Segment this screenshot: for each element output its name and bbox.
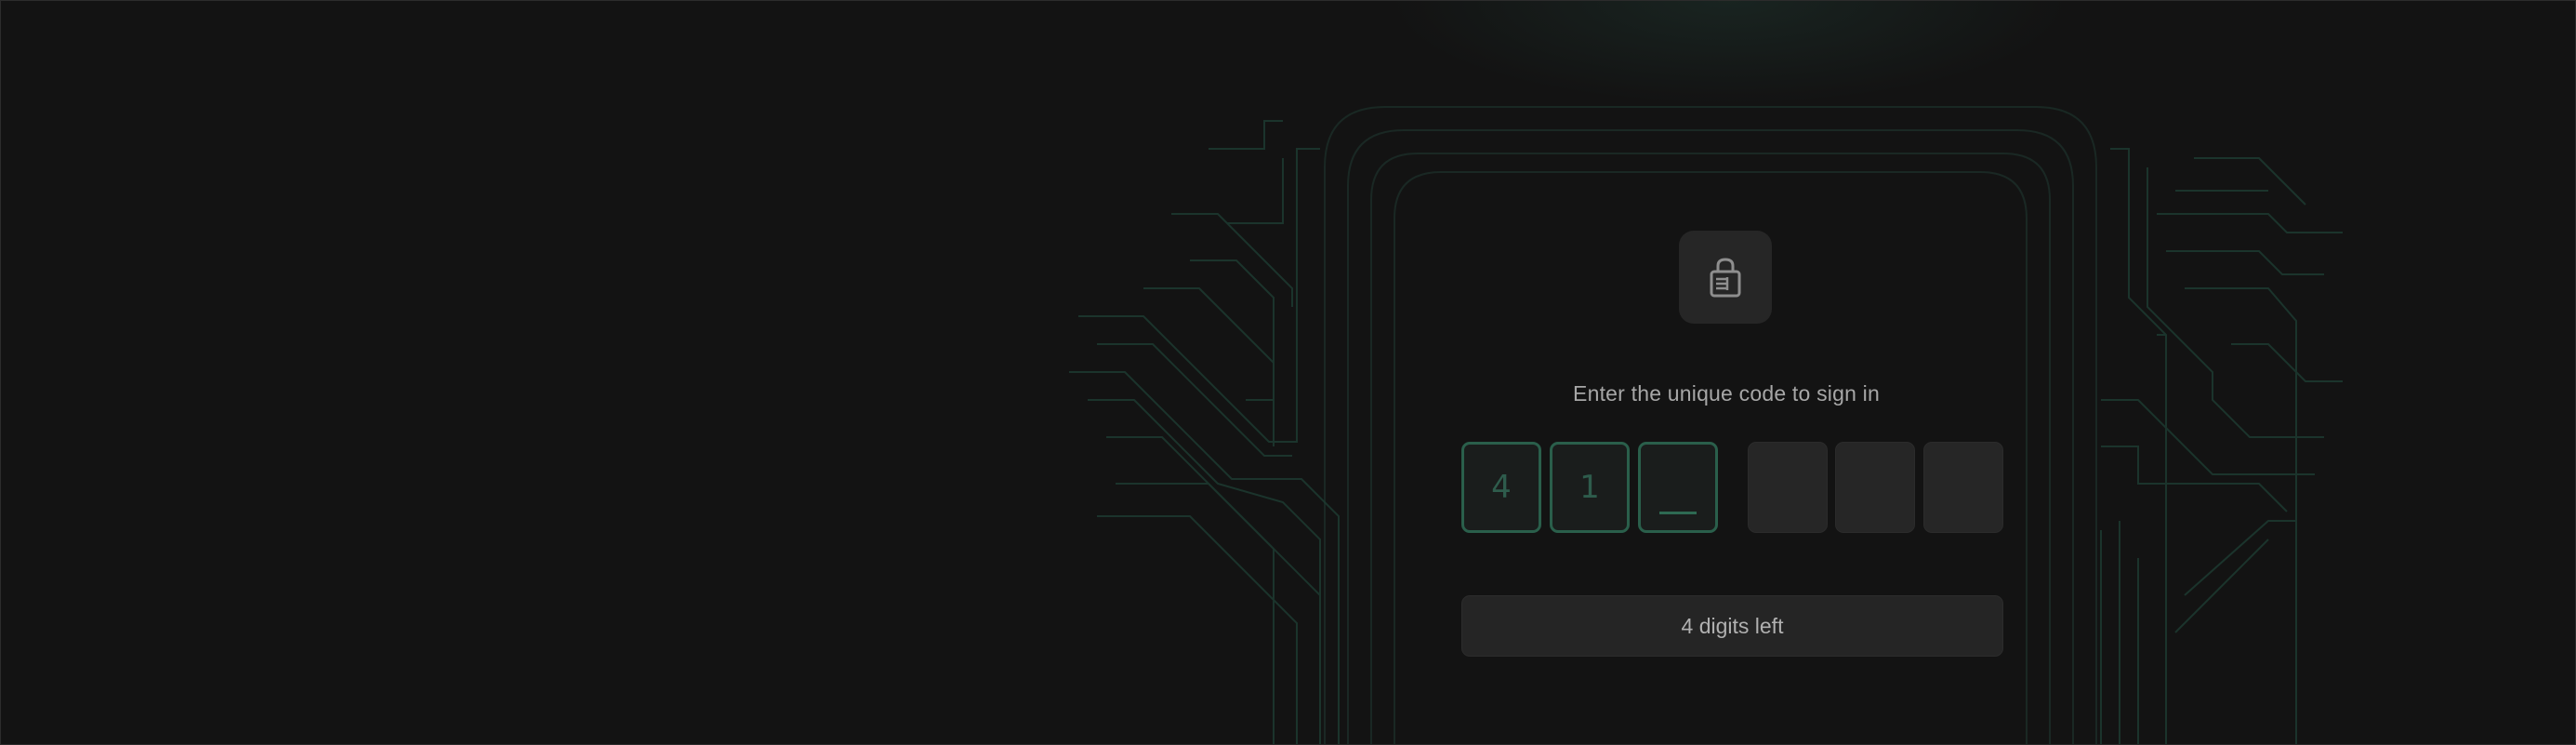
code-digit-1[interactable]: 4	[1461, 442, 1541, 533]
code-digit-5[interactable]	[1835, 442, 1915, 533]
lock-tile	[1679, 231, 1772, 324]
code-digit-2-value: 1	[1579, 469, 1600, 506]
code-digit-1-value: 4	[1491, 469, 1512, 506]
code-digit-2[interactable]: 1	[1550, 442, 1630, 533]
circuit-background	[1069, 106, 2343, 745]
sign-in-screen: Enter the unique code to sign in 4 1 4 d…	[0, 0, 2576, 745]
input-cursor	[1659, 512, 1697, 514]
digits-remaining-label: 4 digits left	[1681, 613, 1784, 638]
digits-remaining-button[interactable]: 4 digits left	[1461, 595, 2003, 657]
code-digit-6[interactable]	[1923, 442, 2003, 533]
code-digit-3[interactable]	[1638, 442, 1718, 533]
lock-icon	[1710, 258, 1741, 298]
code-digit-4[interactable]	[1748, 442, 1828, 533]
sign-in-prompt: Enter the unique code to sign in	[1573, 381, 1880, 406]
